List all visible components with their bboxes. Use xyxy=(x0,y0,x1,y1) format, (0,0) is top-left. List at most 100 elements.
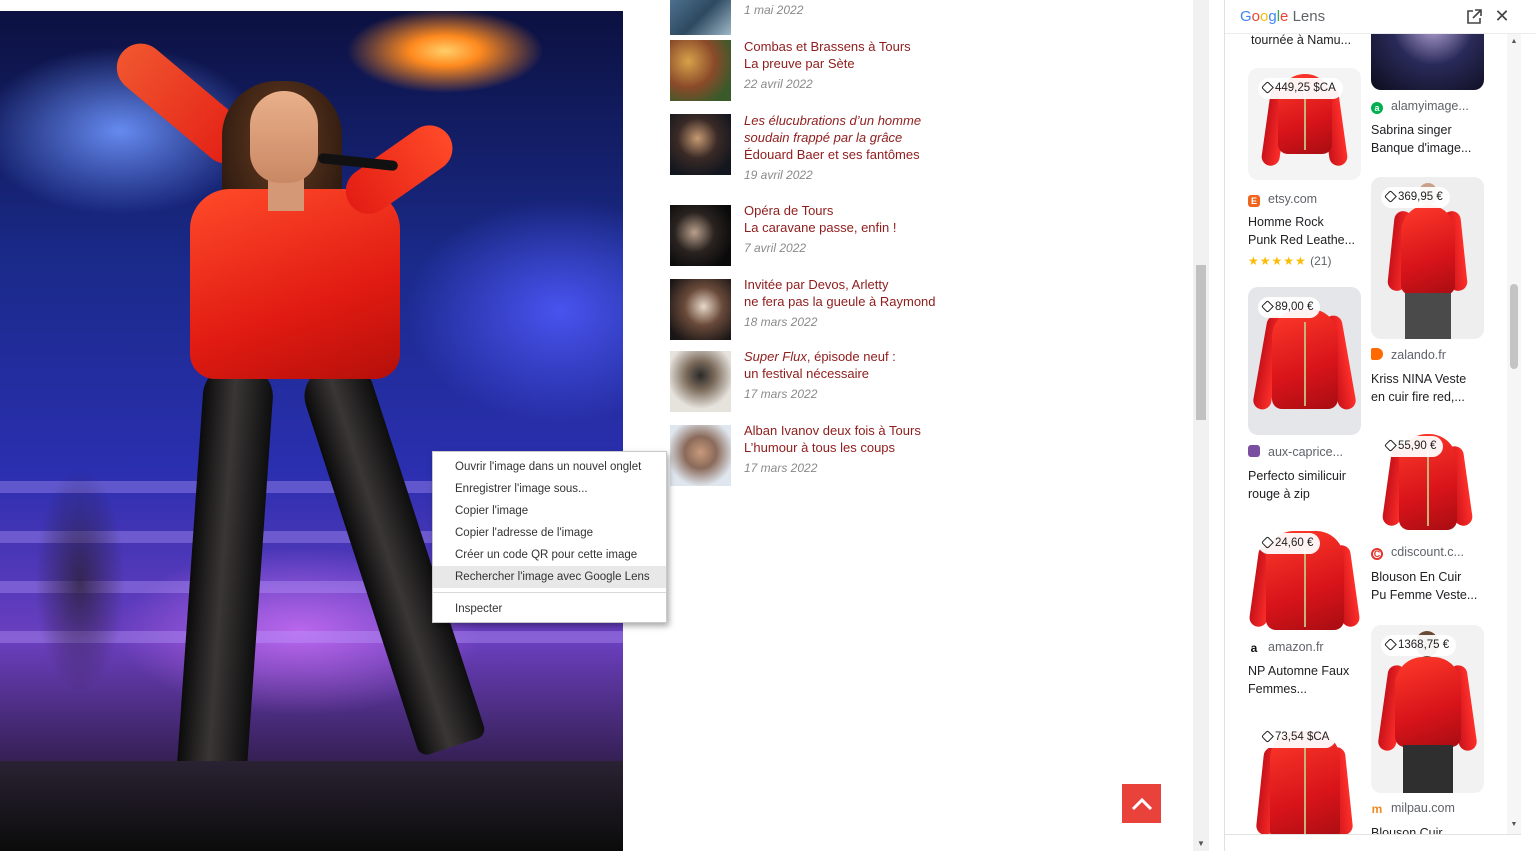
milpau-favicon-icon: m xyxy=(1371,802,1383,816)
close-icon[interactable]: ✕ xyxy=(1493,7,1511,25)
result-source[interactable]: a amazon.fr xyxy=(1248,640,1324,654)
result-title[interactable]: Kriss NINA Veste xyxy=(1371,370,1484,389)
logo-letter: g xyxy=(1268,8,1277,25)
menu-item-save-image-as[interactable]: Enregistrer l'image sous... xyxy=(433,478,666,500)
price-badge: 89,00 € xyxy=(1258,297,1321,318)
menu-item-copy-image-address[interactable]: Copier l'adresse de l'image xyxy=(433,522,666,544)
article-title[interactable]: Combas et Brassens à Tours xyxy=(744,38,1164,55)
result-image[interactable]: 1368,75 € xyxy=(1371,625,1484,793)
scroll-up-arrow-icon[interactable]: ▲ xyxy=(1510,38,1518,45)
menu-item-open-image-new-tab[interactable]: Ouvrir l'image dans un nouvel onglet xyxy=(433,456,666,478)
article-thumbnail[interactable] xyxy=(670,351,731,412)
result-image[interactable]: 89,00 € xyxy=(1248,287,1361,435)
lens-scrollbar[interactable]: ▲ ▼ xyxy=(1507,34,1521,834)
logo-letter: e xyxy=(1280,8,1289,25)
open-in-new-tab-icon[interactable] xyxy=(1465,8,1483,26)
price-text: 1368,75 € xyxy=(1398,639,1450,651)
article-title[interactable]: soudain frappé par la grâce xyxy=(744,129,1164,146)
result-source[interactable]: aux-caprice... xyxy=(1248,445,1343,459)
article-title[interactable]: La caravane passe, enfin ! xyxy=(744,219,1164,236)
concert-photo[interactable] xyxy=(0,11,623,851)
source-text: milpau.com xyxy=(1391,801,1455,815)
model-trousers xyxy=(1405,293,1451,339)
source-text: amazon.fr xyxy=(1268,640,1324,654)
menu-item-search-google-lens[interactable]: Rechercher l'image avec Google Lens xyxy=(433,566,666,588)
page-scrollbar[interactable]: ▼ xyxy=(1193,0,1209,851)
article-title[interactable]: Alban Ivanov deux fois à Tours xyxy=(744,422,1164,439)
tag-icon xyxy=(1261,730,1274,743)
article-date: 17 mars 2022 xyxy=(744,461,818,475)
result-title[interactable]: en cuir fire red,... xyxy=(1371,388,1484,407)
etsy-favicon-icon: E xyxy=(1248,195,1260,207)
review-count: (21) xyxy=(1310,254,1332,268)
article-title[interactable]: ne fera pas la gueule à Raymond xyxy=(744,293,1164,310)
lens-scroll-thumb[interactable] xyxy=(1510,284,1518,369)
background-dancer xyxy=(20,411,150,741)
source-text: cdiscount.c... xyxy=(1391,545,1464,559)
star-rating-icon: ★★★★★ xyxy=(1248,254,1307,268)
logo-letter: o xyxy=(1251,8,1261,25)
result-title[interactable]: Blouson En Cuir xyxy=(1371,568,1484,587)
price-text: 55,90 € xyxy=(1398,440,1437,452)
article-title[interactable]: L’humour à tous les coups xyxy=(744,439,1164,456)
result-title[interactable]: Punk Red Leathe... xyxy=(1248,231,1361,250)
google-lens-panel: Google Lens ✕ tournée à Namu... 449,25 $… xyxy=(1224,0,1536,851)
scroll-down-arrow-icon[interactable]: ▼ xyxy=(1510,821,1518,828)
google-lens-logo: Google Lens xyxy=(1240,8,1325,25)
tag-icon xyxy=(1261,81,1274,94)
price-badge: 369,95 € xyxy=(1381,187,1450,208)
result-image[interactable]: 449,25 $CA xyxy=(1248,68,1361,180)
article-title[interactable]: Opéra de Tours xyxy=(744,202,1164,219)
tag-icon xyxy=(1384,638,1397,651)
result-title[interactable]: rouge à zip xyxy=(1248,485,1361,504)
result-image[interactable]: 73,54 $CA xyxy=(1248,717,1361,842)
result-title[interactable]: Banque d'image... xyxy=(1371,139,1484,158)
price-badge: 55,90 € xyxy=(1381,436,1444,457)
result-title[interactable]: Homme Rock xyxy=(1248,213,1361,232)
result-source[interactable]: Ccdiscount.c... xyxy=(1371,545,1464,560)
article-title[interactable]: un festival nécessaire xyxy=(744,365,1164,382)
result-title[interactable]: Perfecto similicuir xyxy=(1248,467,1361,486)
article-thumbnail[interactable] xyxy=(670,40,731,101)
tag-icon xyxy=(1384,439,1397,452)
result-image[interactable]: 24,60 € xyxy=(1248,523,1361,630)
result-title[interactable]: NP Automne Faux xyxy=(1248,662,1361,681)
back-to-top-button[interactable] xyxy=(1122,784,1161,823)
context-menu: Ouvrir l'image dans un nouvel onglet Enr… xyxy=(432,451,667,623)
tag-icon xyxy=(1384,190,1397,203)
lens-panel-bottom-edge xyxy=(1225,834,1521,851)
result-source[interactable]: m milpau.com xyxy=(1371,801,1455,815)
source-text: aux-caprice... xyxy=(1268,445,1344,459)
result-source[interactable]: Eetsy.com xyxy=(1248,192,1317,207)
price-badge: 24,60 € xyxy=(1258,533,1321,554)
article-thumbnail[interactable] xyxy=(670,114,731,175)
menu-item-create-qr-code[interactable]: Créer un code QR pour cette image xyxy=(433,544,666,566)
scroll-down-arrow-icon[interactable]: ▼ xyxy=(1195,839,1207,849)
source-text: zalando.fr xyxy=(1391,348,1446,362)
cdiscount-favicon-icon: C xyxy=(1371,548,1383,560)
article-title[interactable]: Les élucubrations d’un homme xyxy=(744,112,1164,129)
article-thumbnail[interactable] xyxy=(670,0,731,35)
result-title[interactable]: Sabrina singer xyxy=(1371,121,1484,140)
result-title[interactable]: Femmes... xyxy=(1248,680,1361,699)
lens-header: Google Lens ✕ xyxy=(1225,0,1536,34)
price-text: 24,60 € xyxy=(1275,537,1314,549)
article-thumbnail[interactable] xyxy=(670,279,731,340)
article-title[interactable]: Édouard Baer et ses fantômes xyxy=(744,146,1164,163)
page-scroll-thumb[interactable] xyxy=(1196,265,1206,420)
article-thumbnail[interactable] xyxy=(670,205,731,266)
aux-caprice-favicon-icon xyxy=(1248,445,1260,457)
article-title[interactable]: Invitée par Devos, Arletty xyxy=(744,276,1164,293)
article-title[interactable]: La preuve par Sète xyxy=(744,55,1164,72)
result-image[interactable]: 369,95 € xyxy=(1371,177,1484,339)
menu-item-inspect[interactable]: Inspecter xyxy=(433,598,666,620)
article-thumbnail[interactable] xyxy=(670,425,731,486)
result-source[interactable]: zalando.fr xyxy=(1371,348,1446,362)
result-title[interactable]: Pu Femme Veste... xyxy=(1371,586,1484,605)
price-badge: 1368,75 € xyxy=(1381,635,1457,656)
result-image[interactable]: 55,90 € xyxy=(1371,426,1484,538)
stage-floor xyxy=(0,761,623,851)
article-title[interactable]: Super Flux, épisode neuf : xyxy=(744,348,1164,365)
result-source[interactable]: a alamyimage... xyxy=(1371,99,1469,114)
menu-item-copy-image[interactable]: Copier l'image xyxy=(433,500,666,522)
